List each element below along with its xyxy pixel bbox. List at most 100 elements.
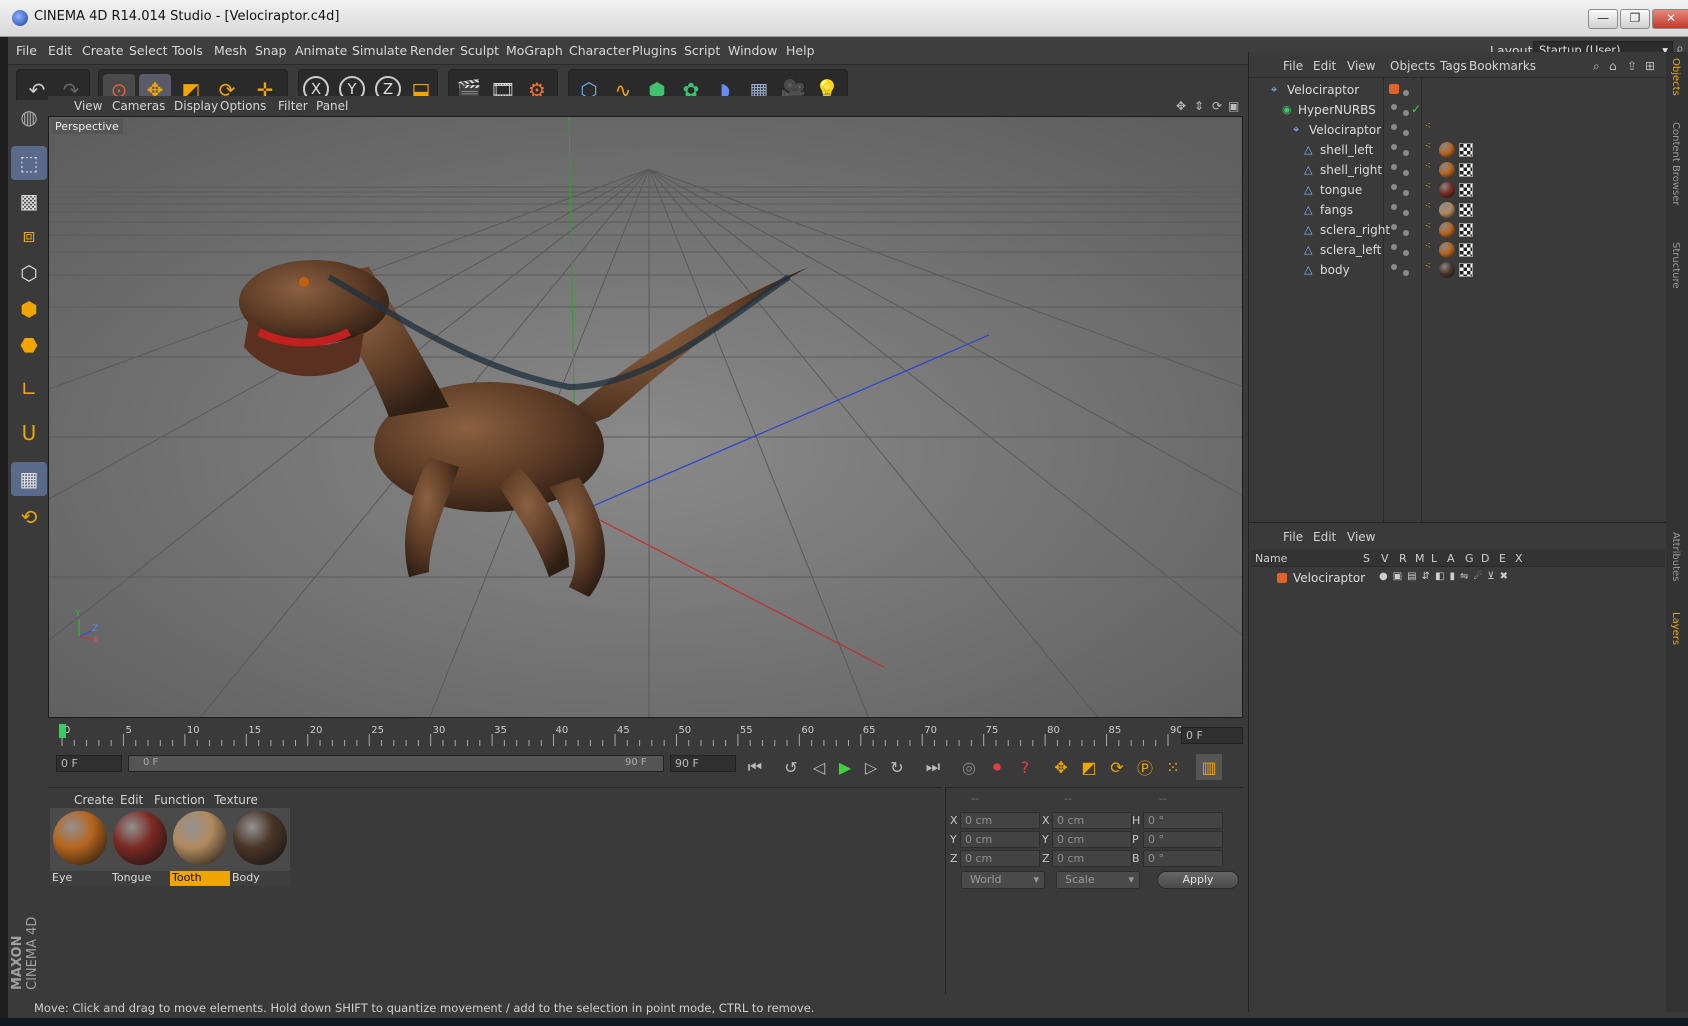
object-row[interactable]: ◉ HyperNURBS ✓ — [1249, 100, 1667, 120]
object-row[interactable]: △ shell_right ⁖ — [1249, 160, 1667, 180]
obj-menu-objects[interactable]: Objects — [1390, 59, 1435, 73]
tab-objects[interactable]: Objects — [1670, 58, 1681, 96]
texture-mode-icon[interactable]: ▩ — [11, 184, 47, 218]
material-tag-icon[interactable] — [1439, 182, 1455, 198]
mat-menu-texture[interactable]: Texture — [214, 793, 258, 807]
material-swatch[interactable]: Eye — [50, 808, 110, 886]
playhead[interactable] — [59, 724, 66, 738]
layer-menu-file[interactable]: File — [1283, 530, 1303, 544]
layer-column-d[interactable]: D — [1481, 552, 1489, 565]
menu-character[interactable]: Character — [569, 43, 631, 58]
make-editable-icon[interactable]: ◍ — [11, 100, 47, 134]
menu-sculpt[interactable]: Sculpt — [460, 43, 499, 58]
vp-menu-filter[interactable]: Filter — [278, 99, 308, 113]
layer-column-s[interactable]: S — [1363, 552, 1370, 565]
editor-visibility-dot[interactable] — [1391, 224, 1397, 230]
uvw-tag-icon[interactable] — [1459, 183, 1473, 197]
axis-mode-icon[interactable]: ∟ — [11, 372, 47, 406]
object-row[interactable]: △ body ⁖ — [1249, 260, 1667, 280]
polygons-mode-icon[interactable]: ⬣ — [11, 328, 47, 362]
model-mode-icon[interactable]: ⬚ — [11, 146, 47, 180]
phong-tag-icon[interactable]: ⁖ — [1425, 181, 1431, 192]
restore-button[interactable]: ❐ — [1620, 9, 1650, 29]
layer-column-a[interactable]: A — [1447, 552, 1455, 565]
uvw-tag-icon[interactable] — [1459, 143, 1473, 157]
new-view-icon[interactable]: ⊞ — [1645, 59, 1655, 73]
render-visibility-dot[interactable] — [1403, 190, 1409, 196]
autokey-icon[interactable]: ⏺ — [984, 754, 1010, 780]
menu-plugins[interactable]: Plugins — [632, 43, 677, 58]
obj-menu-tags[interactable]: Tags — [1440, 59, 1467, 73]
material-tag-icon[interactable] — [1439, 222, 1455, 238]
layer-color-swatch[interactable] — [1277, 573, 1287, 583]
coord-size-field[interactable]: 0 cm — [1052, 831, 1132, 848]
menu-file[interactable]: File — [16, 43, 37, 58]
material-swatch[interactable]: Body — [230, 808, 290, 886]
menu-select[interactable]: Select — [129, 43, 168, 58]
phong-tag-icon[interactable]: ⁖ — [1425, 201, 1431, 212]
timeline-ruler[interactable]: 0 5 10 15 20 25 30 35 40 45 50 55 60 65 70 75 80 85 90 0 F — [48, 722, 1243, 750]
material-tag-icon[interactable] — [1439, 162, 1455, 178]
goto-next-key-icon[interactable]: ↻ — [884, 754, 910, 780]
obj-menu-view[interactable]: View — [1347, 59, 1375, 73]
material-swatch[interactable]: Tooth — [170, 808, 230, 886]
render-visibility-dot[interactable] — [1403, 150, 1409, 156]
keyframe-selection-icon[interactable]: ? — [1012, 754, 1038, 780]
goto-end-icon[interactable]: ⏭ — [920, 754, 946, 780]
render-visibility-dot[interactable] — [1403, 170, 1409, 176]
layer-column-m[interactable]: M — [1415, 552, 1425, 565]
material-tag-icon[interactable] — [1439, 242, 1455, 258]
obj-menu-bookmarks[interactable]: Bookmarks — [1469, 59, 1536, 73]
end-frame-field[interactable]: 90 F — [670, 755, 736, 772]
tab-structure[interactable]: Structure — [1670, 242, 1681, 289]
editor-visibility-dot[interactable] — [1391, 264, 1397, 270]
tab-layers[interactable]: Layers — [1670, 612, 1681, 645]
menu-render[interactable]: Render — [410, 43, 455, 58]
object-row[interactable]: ⌖ Velociraptor — [1249, 80, 1667, 100]
material-tag-icon[interactable] — [1439, 262, 1455, 278]
rotate-view-icon[interactable]: ⟳ — [1212, 99, 1222, 113]
object-row[interactable]: △ sclera_left ⁖ — [1249, 240, 1667, 260]
coord-transform-select[interactable]: Scale ▾ — [1056, 871, 1140, 889]
vp-menu-options[interactable]: Options — [220, 99, 266, 113]
render-visibility-dot[interactable] — [1403, 110, 1409, 116]
material-swatch[interactable]: Tongue — [110, 808, 170, 886]
menu-create[interactable]: Create — [82, 43, 124, 58]
uvw-tag-icon[interactable] — [1459, 163, 1473, 177]
phong-tag-icon[interactable]: ⁖ — [1425, 121, 1431, 132]
editor-visibility-dot[interactable] — [1391, 184, 1397, 190]
uvw-tag-icon[interactable] — [1459, 223, 1473, 237]
obj-menu-edit[interactable]: Edit — [1313, 59, 1336, 73]
coord-mode-select[interactable]: World ▾ — [961, 871, 1045, 889]
editor-visibility-dot[interactable] — [1391, 204, 1397, 210]
vp-menu-cameras[interactable]: Cameras — [112, 99, 165, 113]
mat-menu-edit[interactable]: Edit — [120, 793, 143, 807]
layer-column-name[interactable]: Name — [1255, 552, 1287, 565]
menu-mograph[interactable]: MoGraph — [506, 43, 563, 58]
obj-menu-file[interactable]: File — [1283, 59, 1303, 73]
prev-frame-icon[interactable]: ◁ — [806, 754, 832, 780]
key-scale-icon[interactable]: ◩ — [1076, 754, 1102, 780]
workplane-mode-icon[interactable]: ⧈ — [11, 218, 47, 252]
render-visibility-dot[interactable] — [1403, 230, 1409, 236]
layer-column-v[interactable]: V — [1381, 552, 1389, 565]
coord-rotation-field[interactable]: 0 ° — [1143, 831, 1223, 848]
menu-help[interactable]: Help — [786, 43, 815, 58]
render-visibility-dot[interactable] — [1403, 270, 1409, 276]
layer-column-x[interactable]: X — [1515, 552, 1523, 565]
key-position-icon[interactable]: ✥ — [1048, 754, 1074, 780]
layer-row[interactable]: Velociraptor ●▣▤⇵◧▮⇋☄⊻✖ — [1249, 568, 1667, 588]
phong-tag-icon[interactable]: ⁖ — [1425, 261, 1431, 272]
object-row[interactable]: △ sclera_right ⁖ — [1249, 220, 1667, 240]
editor-visibility-dot[interactable] — [1391, 144, 1397, 150]
uvw-tag-icon[interactable] — [1459, 243, 1473, 257]
render-visibility-dot[interactable] — [1403, 90, 1409, 96]
perspective-viewport[interactable]: Y Z X Perspective — [48, 116, 1243, 718]
editor-visibility-dot[interactable] — [1391, 104, 1397, 110]
editor-visibility-dot[interactable] — [1391, 164, 1397, 170]
tab-attributes[interactable]: Attributes — [1670, 532, 1681, 581]
snap-workplane-icon[interactable]: ▦ — [11, 462, 47, 496]
menu-script[interactable]: Script — [684, 43, 720, 58]
minimize-button[interactable]: — — [1588, 9, 1618, 29]
phong-tag-icon[interactable]: ⁖ — [1425, 241, 1431, 252]
